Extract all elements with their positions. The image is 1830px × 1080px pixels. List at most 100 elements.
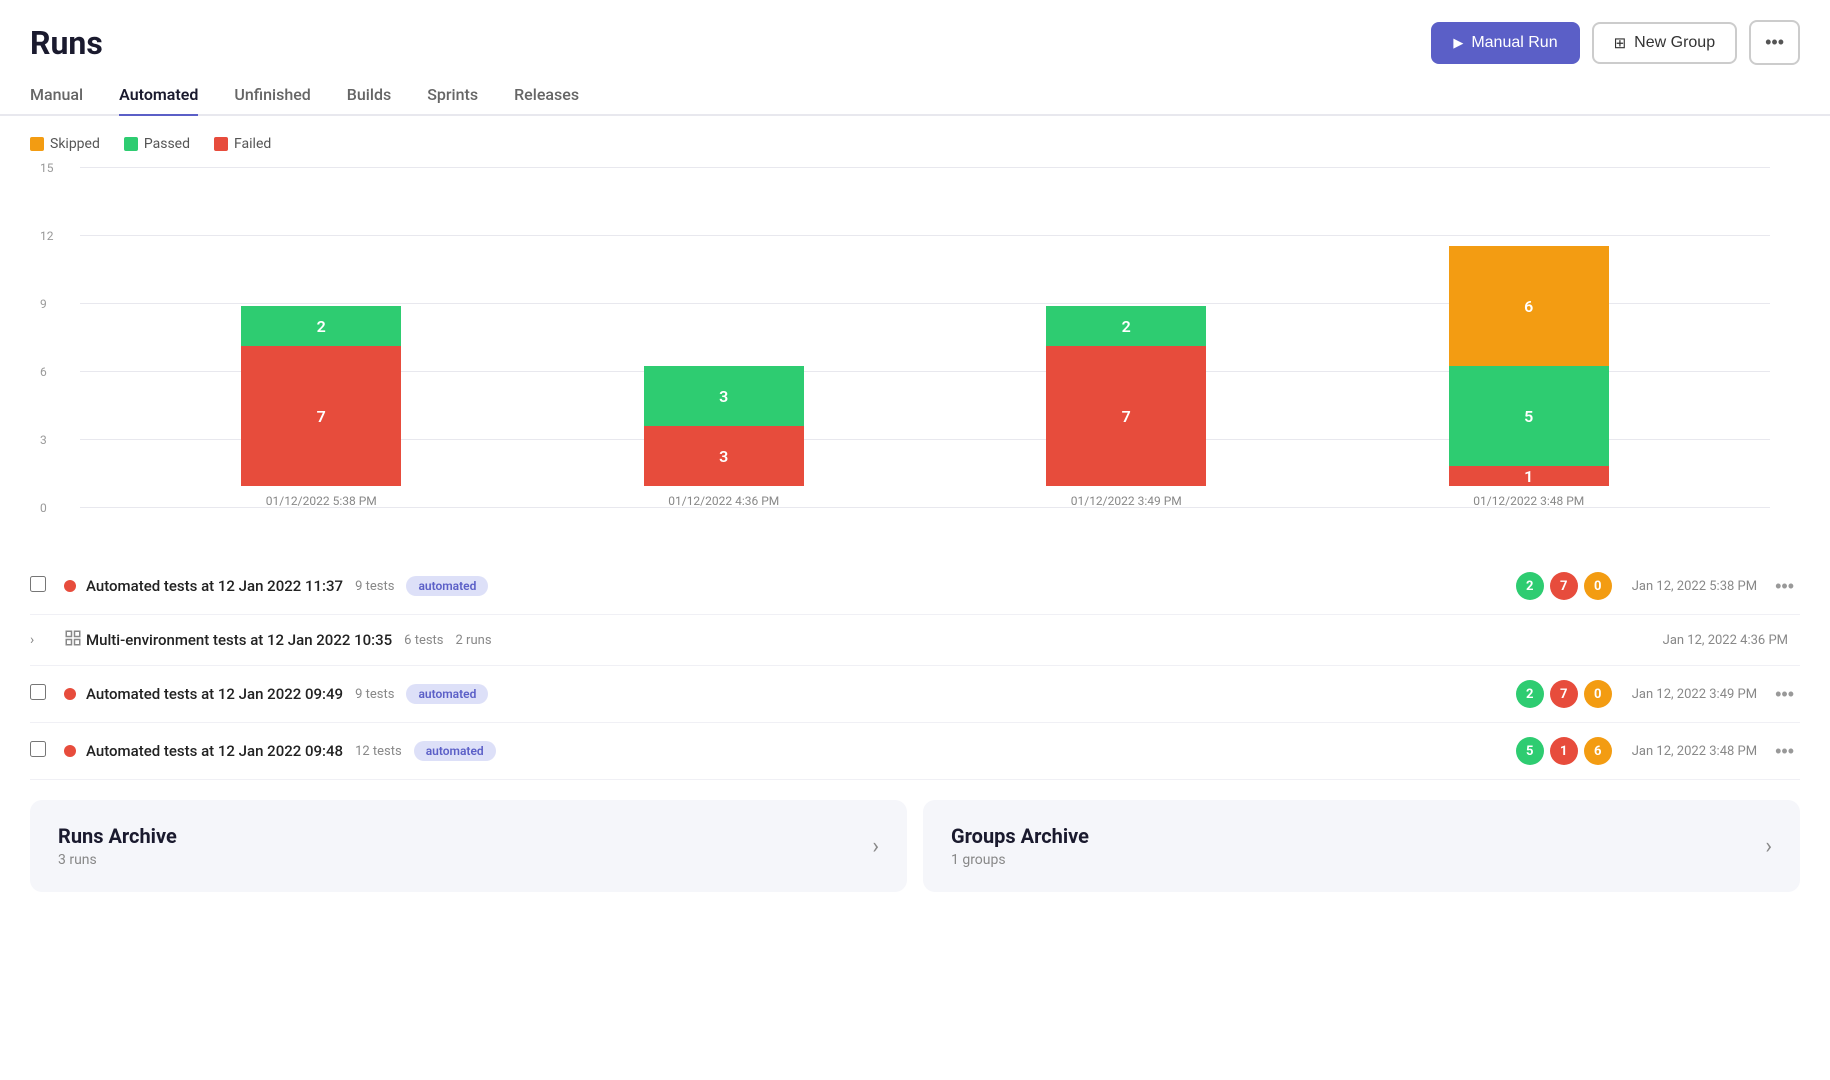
legend-passed-label: Passed — [144, 136, 190, 152]
run-info-2: Multi-environment tests at 12 Jan 2022 1… — [86, 631, 1643, 649]
groups-archive-info: Groups Archive 1 groups — [951, 824, 1089, 868]
header-actions: ▶ Manual Run ⊞ New Group ••• — [1431, 20, 1800, 65]
new-group-icon: ⊞ — [1614, 34, 1627, 52]
run-check-4[interactable] — [30, 741, 54, 761]
run-status-dot-3 — [64, 688, 76, 700]
run-expand-2[interactable]: › — [30, 632, 54, 648]
run-date-4: Jan 12, 2022 3:48 PM — [1632, 744, 1757, 759]
bar-segment-failed-3: 7 — [1046, 346, 1206, 486]
chart-section: Skipped Passed Failed 15 12 9 6 3 0 — [0, 116, 1830, 558]
run-info-3: Automated tests at 12 Jan 2022 09:49 9 t… — [86, 684, 1516, 704]
page-title: Runs — [30, 24, 103, 62]
bar-segment-passed-3: 2 — [1046, 306, 1206, 346]
runs-archive-subtitle: 3 runs — [58, 852, 177, 868]
run-checkbox-1[interactable] — [30, 576, 46, 592]
runs-archive-info: Runs Archive 3 runs — [58, 824, 177, 868]
run-counts-4: 5 1 6 — [1516, 737, 1612, 765]
bar-segment-failed-2: 3 — [644, 426, 804, 486]
run-counts-3: 2 7 0 — [1516, 680, 1612, 708]
bars-container: 7 2 01/12/2022 5:38 PM 3 3 01/12/2022 4:… — [80, 168, 1770, 508]
chart-legend: Skipped Passed Failed — [30, 136, 1800, 152]
play-icon: ▶ — [1453, 35, 1463, 51]
run-badge-4: automated — [414, 741, 496, 761]
legend-failed-label: Failed — [234, 136, 271, 152]
legend-passed: Passed — [124, 136, 190, 152]
run-badge-1: automated — [406, 576, 488, 596]
run-check-1[interactable] — [30, 576, 54, 596]
count-passed-3: 2 — [1516, 680, 1544, 708]
bar-date-4: 01/12/2022 3:48 PM — [1473, 494, 1584, 508]
bar-group-2: 3 3 01/12/2022 4:36 PM — [523, 366, 926, 508]
run-runs-2: 2 runs — [456, 633, 492, 648]
count-passed-4: 5 — [1516, 737, 1544, 765]
run-status-dot-4 — [64, 745, 76, 757]
count-skipped-4: 6 — [1584, 737, 1612, 765]
tab-sprints[interactable]: Sprints — [427, 85, 478, 116]
bar-segment-passed-1: 2 — [241, 306, 401, 346]
tab-bar: Manual Automated Unfinished Builds Sprin… — [0, 75, 1830, 116]
runs-archive-chevron: › — [872, 834, 879, 859]
tab-manual[interactable]: Manual — [30, 85, 83, 116]
run-date-1: Jan 12, 2022 5:38 PM — [1632, 579, 1757, 594]
bar-segment-passed-4: 5 — [1449, 366, 1609, 466]
run-name-3: Automated tests at 12 Jan 2022 09:49 — [86, 685, 343, 703]
count-skipped-1: 0 — [1584, 572, 1612, 600]
bar-group-4: 1 5 6 01/12/2022 3:48 PM — [1328, 246, 1731, 508]
runs-archive-title: Runs Archive — [58, 824, 177, 848]
group-icon-2 — [64, 629, 76, 651]
run-name-2: Multi-environment tests at 12 Jan 2022 1… — [86, 631, 392, 649]
archive-section: Runs Archive 3 runs › Groups Archive 1 g… — [30, 800, 1800, 892]
bar-stack-1: 7 2 — [241, 306, 401, 486]
new-group-button[interactable]: ⊞ New Group — [1592, 22, 1738, 64]
run-counts-1: 2 7 0 — [1516, 572, 1612, 600]
tab-releases[interactable]: Releases — [514, 85, 579, 116]
run-list: Automated tests at 12 Jan 2022 11:37 9 t… — [0, 558, 1830, 780]
run-menu-button-4[interactable]: ••• — [1769, 739, 1800, 764]
run-checkbox-4[interactable] — [30, 741, 46, 757]
bar-date-1: 01/12/2022 5:38 PM — [266, 494, 377, 508]
manual-run-button[interactable]: ▶ Manual Run — [1431, 22, 1579, 64]
more-options-button[interactable]: ••• — [1749, 20, 1800, 65]
bar-stack-2: 3 3 — [644, 366, 804, 486]
run-tests-1: 9 tests — [355, 579, 394, 594]
run-check-3[interactable] — [30, 684, 54, 704]
tab-unfinished[interactable]: Unfinished — [234, 85, 310, 116]
tab-automated[interactable]: Automated — [119, 85, 198, 116]
bar-group-3: 7 2 01/12/2022 3:49 PM — [925, 306, 1328, 508]
run-menu-button-3[interactable]: ••• — [1769, 682, 1800, 707]
run-menu-button-1[interactable]: ••• — [1769, 574, 1800, 599]
run-status-dot-1 — [64, 580, 76, 592]
legend-failed: Failed — [214, 136, 271, 152]
bar-segment-failed-1: 7 — [241, 346, 401, 486]
bar-chart: 15 12 9 6 3 0 7 2 01/12/2022 5:38 PM — [30, 168, 1800, 548]
runs-archive-card[interactable]: Runs Archive 3 runs › — [30, 800, 907, 892]
run-actions-1: ••• — [1769, 574, 1800, 599]
runs-page: Runs ▶ Manual Run ⊞ New Group ••• Manual… — [0, 0, 1830, 1080]
run-name-4: Automated tests at 12 Jan 2022 09:48 — [86, 742, 343, 760]
run-actions-4: ••• — [1769, 739, 1800, 764]
bar-stack-3: 7 2 — [1046, 306, 1206, 486]
bar-date-3: 01/12/2022 3:49 PM — [1071, 494, 1182, 508]
run-checkbox-3[interactable] — [30, 684, 46, 700]
count-failed-3: 7 — [1550, 680, 1578, 708]
run-info-4: Automated tests at 12 Jan 2022 09:48 12 … — [86, 741, 1516, 761]
bar-date-2: 01/12/2022 4:36 PM — [668, 494, 779, 508]
run-tests-2: 6 tests — [404, 633, 443, 648]
run-item-1: Automated tests at 12 Jan 2022 11:37 9 t… — [30, 558, 1800, 615]
run-actions-3: ••• — [1769, 682, 1800, 707]
groups-archive-title: Groups Archive — [951, 824, 1089, 848]
bar-stack-4: 1 5 6 — [1449, 246, 1609, 486]
run-item-3: Automated tests at 12 Jan 2022 09:49 9 t… — [30, 666, 1800, 723]
groups-archive-card[interactable]: Groups Archive 1 groups › — [923, 800, 1800, 892]
groups-archive-chevron: › — [1765, 834, 1772, 859]
run-date-2: Jan 12, 2022 4:36 PM — [1663, 633, 1788, 648]
failed-color-dot — [214, 137, 228, 151]
run-info-1: Automated tests at 12 Jan 2022 11:37 9 t… — [86, 576, 1516, 596]
tab-builds[interactable]: Builds — [347, 85, 391, 116]
count-skipped-3: 0 — [1584, 680, 1612, 708]
count-passed-1: 2 — [1516, 572, 1544, 600]
bar-group-1: 7 2 01/12/2022 5:38 PM — [120, 306, 523, 508]
run-tests-4: 12 tests — [355, 744, 402, 759]
skipped-color-dot — [30, 137, 44, 151]
bar-segment-failed-4: 1 — [1449, 466, 1609, 486]
